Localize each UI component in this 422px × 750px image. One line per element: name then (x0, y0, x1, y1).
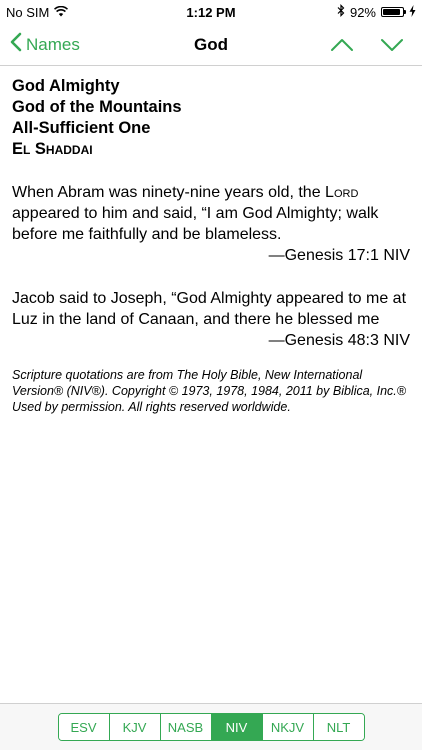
translation-nasb[interactable]: NASB (159, 714, 211, 740)
bottom-toolbar: ESV KJV NASB NIV NKJV NLT (0, 703, 422, 750)
battery-fill (383, 9, 401, 15)
verse-1-text-before: When Abram was ninety-nine years old, th… (12, 184, 326, 201)
battery-icon (381, 7, 406, 17)
name-english-1: God Almighty (12, 77, 120, 95)
back-button[interactable]: Names (0, 32, 80, 57)
verse-1: When Abram was ninety-nine years old, th… (12, 182, 410, 245)
previous-button[interactable] (330, 38, 354, 52)
verse-1-reference: —Genesis 17:1 NIV (268, 247, 410, 264)
back-button-label: Names (26, 34, 80, 54)
nav-arrows (330, 38, 422, 52)
status-left: No SIM (6, 4, 69, 20)
translation-niv[interactable]: NIV (210, 714, 262, 740)
screen: No SIM 1:12 PM 92% Names God God Almight… (0, 0, 422, 750)
charging-bolt-icon (409, 4, 416, 20)
verse-1-text-after: appeared to him and said, “I am God Almi… (12, 205, 379, 243)
verse-2-reference: —Genesis 48:3 NIV (268, 332, 410, 349)
navigation-bar: Names God (0, 24, 422, 66)
bluetooth-icon (337, 4, 345, 20)
translation-nlt[interactable]: NLT (312, 714, 364, 740)
copyright-notice: Scripture quotations are from The Holy B… (12, 368, 406, 414)
next-button[interactable] (380, 38, 404, 52)
battery-percent: 92% (349, 4, 376, 20)
verse-1-lord: Lord (325, 184, 359, 201)
content: God Almighty God of the Mountains All-Su… (12, 76, 410, 415)
status-right: 92% (337, 4, 416, 20)
translation-kjv[interactable]: KJV (108, 714, 160, 740)
carrier-label: No SIM (6, 4, 50, 20)
verse-2-text: Jacob said to Joseph, “God Almighty appe… (12, 290, 407, 328)
name-english-2: God of the Mountains (12, 98, 182, 116)
translation-selector: ESV KJV NASB NIV NKJV NLT (57, 713, 365, 741)
chevron-up-icon (331, 38, 353, 51)
translation-nkjv[interactable]: NKJV (261, 714, 313, 740)
chevron-down-icon (381, 38, 403, 51)
name-hebrew: El Shaddai (12, 140, 93, 158)
chevron-left-icon (10, 32, 22, 57)
verse-2: Jacob said to Joseph, “God Almighty appe… (12, 288, 410, 330)
translation-esv[interactable]: ESV (58, 714, 109, 740)
wifi-icon (54, 5, 69, 20)
status-bar: No SIM 1:12 PM 92% (0, 0, 422, 24)
name-english-3: All-Sufficient One (12, 119, 151, 137)
